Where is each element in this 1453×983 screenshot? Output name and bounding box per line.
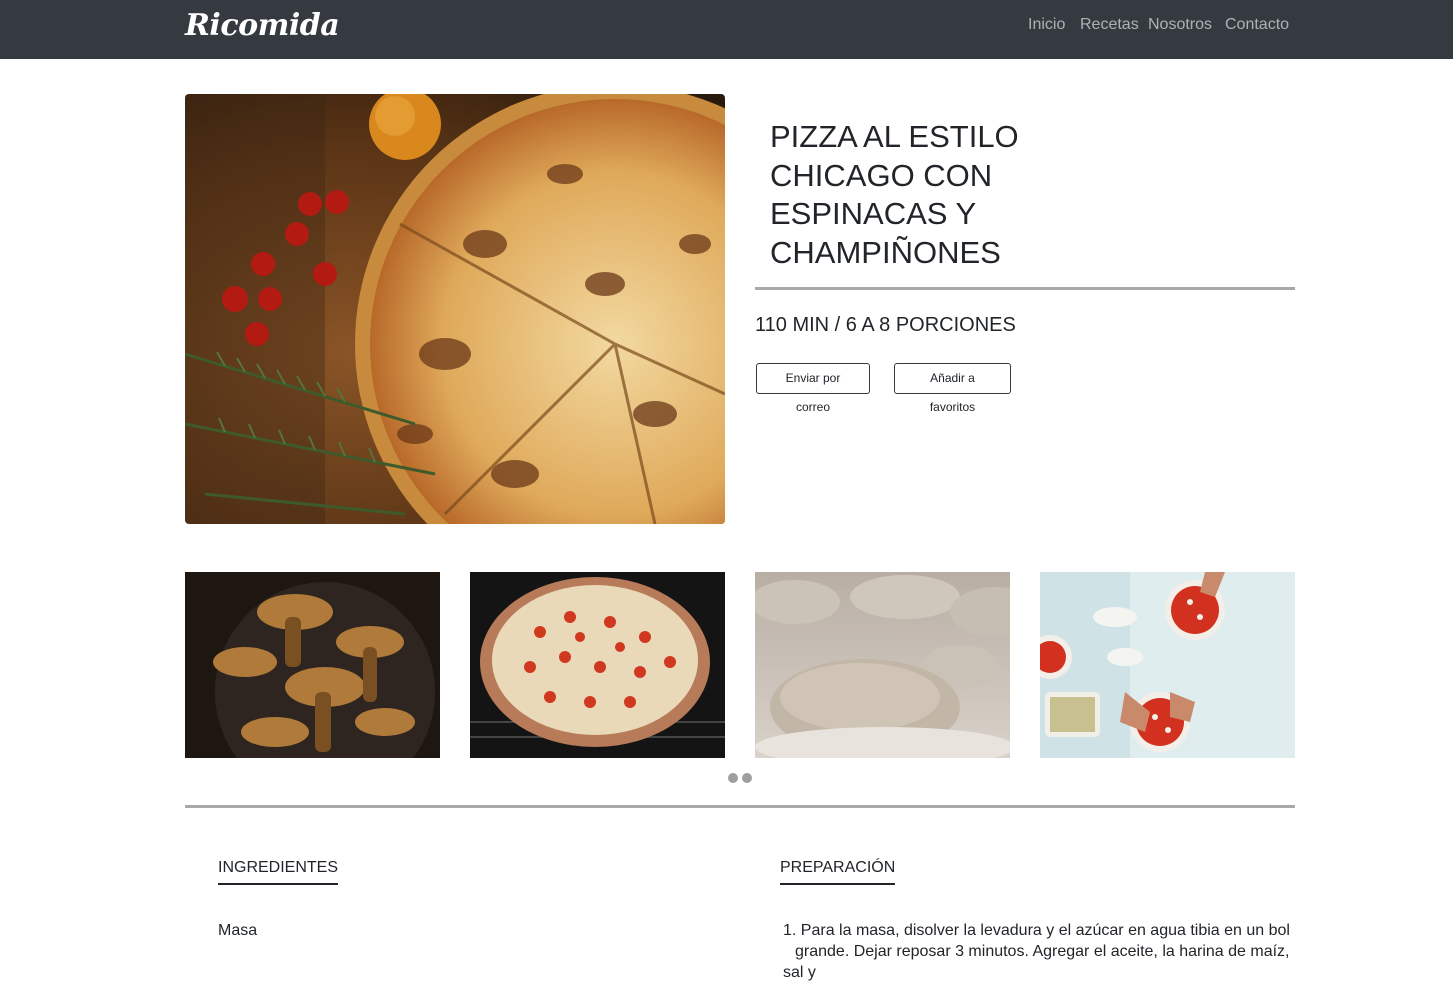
carousel-dot-2[interactable] bbox=[742, 773, 752, 783]
recipe-title-line: ESPINACAS Y bbox=[770, 196, 977, 231]
recipe-title-line: CHAMPIÑONES bbox=[770, 234, 1001, 270]
ingredients-heading: INGREDIENTES bbox=[218, 859, 339, 885]
title-divider bbox=[755, 287, 1295, 290]
recipe-meta: 110 MIN / 6 A 8 PORCIONES bbox=[755, 314, 1016, 336]
gallery-image-mushrooms[interactable] bbox=[185, 572, 440, 758]
preparation-heading: PREPARACIÓN bbox=[780, 859, 896, 885]
step-text: Para la masa, disolver la levadura y el … bbox=[800, 922, 1290, 939]
section-divider bbox=[185, 805, 1295, 808]
email-button[interactable]: Enviar por correo bbox=[756, 363, 870, 414]
recipe-title-line: PIZZA AL ESTILO bbox=[770, 119, 1019, 154]
step-number: 1. bbox=[783, 922, 801, 939]
recipe-title: PIZZA AL ESTILO CHICAGO CON ESPINACAS Y … bbox=[770, 118, 1070, 272]
gallery-image-pizza-making[interactable] bbox=[1040, 572, 1295, 758]
hero-pizza-image bbox=[185, 94, 725, 524]
brand-logo[interactable]: Ricomida bbox=[185, 8, 340, 43]
step-text-continued: grande. Dejar reposar 3 minutos. Agregar… bbox=[783, 943, 1290, 981]
gallery-image-dough[interactable] bbox=[755, 572, 1010, 758]
preparation-step-1: 1. Para la masa, disolver la levadura y … bbox=[783, 920, 1293, 983]
carousel-dot-1[interactable] bbox=[728, 773, 738, 783]
navbar: Ricomida Inicio Recetas Nosotros Contact… bbox=[0, 0, 1453, 59]
favorite-button[interactable]: Añadir a favoritos bbox=[894, 363, 1011, 414]
nav-link-nosotros[interactable]: Nosotros bbox=[1148, 16, 1212, 34]
nav-link-contacto[interactable]: Contacto bbox=[1225, 16, 1289, 34]
nav-link-recetas[interactable]: Recetas bbox=[1080, 16, 1139, 34]
gallery-image-pizza[interactable] bbox=[470, 572, 725, 758]
recipe-title-line: CHICAGO CON bbox=[770, 157, 993, 193]
nav-link-inicio[interactable]: Inicio bbox=[1028, 16, 1065, 34]
ingredient-group-label: Masa bbox=[218, 922, 258, 939]
